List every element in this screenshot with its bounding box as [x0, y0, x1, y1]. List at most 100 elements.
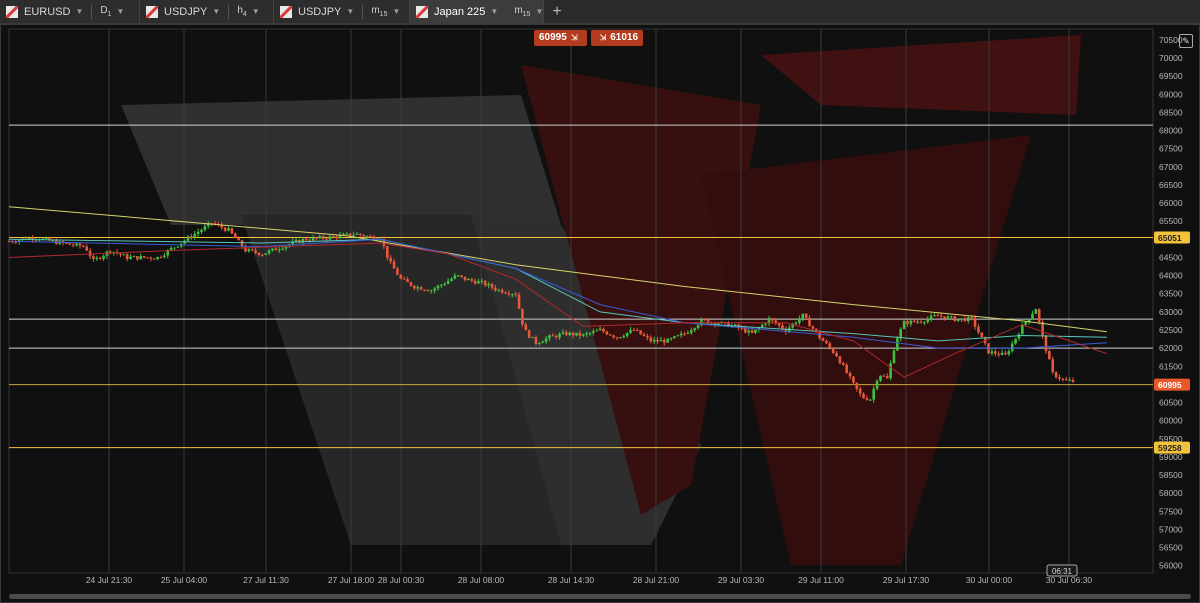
candle-body: [304, 238, 308, 241]
tab-timeframe[interactable]: h4: [237, 5, 246, 18]
candle-body: [804, 313, 808, 318]
candle-body: [267, 250, 271, 254]
chevron-down-icon[interactable]: ▼: [252, 7, 260, 16]
candle-body: [980, 332, 984, 338]
candle-body: [173, 247, 176, 249]
y-axis-tick-label: 62000: [1159, 343, 1183, 353]
tab-usdjpy-m15[interactable]: USDJPY ▼ m15 ▼: [274, 0, 410, 23]
candle-body: [686, 332, 690, 334]
candle-body: [872, 388, 876, 400]
candle-body: [639, 330, 642, 335]
candle-body: [963, 318, 967, 322]
y-axis-tick-label: 60000: [1159, 416, 1183, 426]
candle-body: [912, 320, 916, 322]
y-axis-tick-label: 67000: [1159, 162, 1183, 172]
y-axis-tick-label: 69000: [1159, 89, 1183, 99]
tab-timeframe[interactable]: m15: [371, 5, 387, 18]
candle-body: [1071, 380, 1075, 383]
candle-body: [497, 289, 501, 291]
candle-body: [754, 329, 757, 333]
candle-body: [98, 257, 102, 259]
candle-body: [409, 282, 413, 286]
candle-body: [997, 353, 1000, 355]
edit-icon[interactable]: ✎: [1179, 34, 1193, 48]
chevron-down-icon[interactable]: ▼: [392, 7, 400, 16]
y-axis-tick-label: 58500: [1159, 470, 1183, 480]
candle-body: [902, 321, 906, 329]
candle-body: [744, 328, 747, 333]
chart-area[interactable]: 70500 70000 69500 69000 68500 68000 67500 67000…: [0, 24, 1200, 603]
candle-body: [565, 332, 568, 336]
candle-body: [666, 338, 669, 343]
candle-body: [652, 339, 656, 342]
candle-body: [926, 318, 930, 322]
y-axis-tick-label: 57500: [1159, 506, 1183, 516]
candle-body: [328, 236, 332, 240]
tab-eurusd[interactable]: EURUSD ▼ D1 ▼: [0, 0, 140, 23]
y-axis-tick-label: 67500: [1159, 144, 1183, 154]
candle-body: [71, 244, 75, 246]
candle-body: [771, 318, 774, 321]
candle-body: [635, 330, 639, 332]
candle-body: [426, 290, 430, 292]
candle-body: [453, 275, 457, 279]
candle-body: [534, 336, 538, 344]
candle-body: [531, 336, 534, 338]
candle-body: [369, 236, 372, 238]
y-axis-tick-label: 64000: [1159, 271, 1183, 281]
candle-body: [869, 399, 872, 401]
chevron-down-icon[interactable]: ▼: [117, 7, 125, 16]
y-axis-tick-label: 62500: [1159, 325, 1183, 335]
tab-japan225-m15[interactable]: Japan 225 ▼ m15 ▼: [410, 0, 544, 23]
tab-timeframe[interactable]: m15: [514, 5, 530, 18]
tab-timeframe[interactable]: D1: [100, 5, 111, 18]
buy-button[interactable]: ⇲ 61016: [590, 30, 644, 46]
y-axis-tick-label: 63500: [1159, 289, 1183, 299]
candle-body: [679, 333, 683, 336]
candle-body: [835, 352, 838, 357]
add-tab-button[interactable]: +: [544, 0, 570, 23]
chevron-down-icon[interactable]: ▼: [535, 7, 543, 16]
candle-body: [977, 326, 980, 333]
candle-body: [436, 285, 440, 289]
candle-body: [615, 337, 619, 339]
x-axis-tick-label: 28 Jul 21:00: [633, 575, 680, 585]
candle-body: [156, 256, 159, 260]
candle-body: [122, 254, 126, 256]
x-axis-tick-label: 28 Jul 08:00: [458, 575, 505, 585]
candle-body: [544, 338, 548, 342]
candle-body: [595, 330, 599, 332]
candle-body: [892, 350, 896, 364]
candle-body: [541, 341, 544, 344]
chevron-down-icon[interactable]: ▼: [490, 7, 498, 16]
price-chart[interactable]: 7050070000695006900068500680006750067000…: [1, 25, 1199, 602]
quote-panel: 60995 ⇲ ⇲ 61016: [534, 30, 644, 46]
candle-body: [1000, 352, 1004, 355]
sell-button[interactable]: 60995 ⇲: [534, 30, 587, 46]
candle-body: [129, 256, 132, 259]
candle-body: [548, 335, 551, 339]
candle-body: [78, 243, 82, 246]
candle-body: [386, 246, 389, 258]
y-axis-tick-label: 70000: [1159, 53, 1183, 63]
candle-body: [760, 324, 764, 328]
candle-body: [416, 287, 420, 289]
bid-price: 60995: [539, 32, 567, 43]
chevron-down-icon[interactable]: ▼: [75, 7, 83, 16]
ask-price: 61016: [610, 32, 639, 43]
candle-body: [855, 382, 859, 389]
candle-body: [1034, 309, 1038, 314]
sell-arrow-icon: ⇲: [570, 33, 578, 42]
horizontal-scrollbar[interactable]: [9, 594, 1191, 599]
tab-usdjpy-h4[interactable]: USDJPY ▼ h4 ▼: [140, 0, 274, 23]
chevron-down-icon[interactable]: ▼: [346, 7, 354, 16]
candle-body: [362, 235, 365, 237]
y-axis-tick-label: 64500: [1159, 252, 1183, 262]
candle-body: [943, 316, 946, 319]
y-axis-tick-label: 66500: [1159, 180, 1183, 190]
x-axis-tick-label: 29 Jul 17:30: [883, 575, 930, 585]
candle-body: [612, 335, 615, 338]
chevron-down-icon[interactable]: ▼: [212, 7, 220, 16]
candle-body: [994, 351, 997, 354]
candle-body: [561, 332, 565, 334]
